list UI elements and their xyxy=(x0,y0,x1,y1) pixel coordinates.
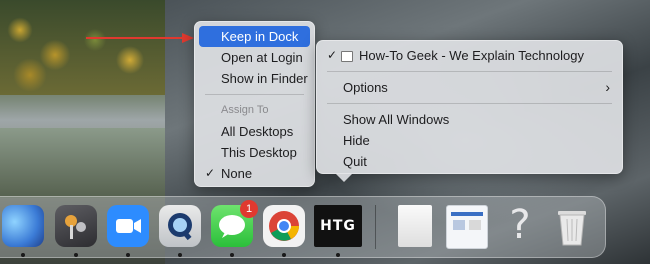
running-indicator xyxy=(178,253,182,257)
wallpaper-water xyxy=(0,128,165,198)
running-indicator xyxy=(21,253,25,257)
chrome-app-icon[interactable] xyxy=(263,205,305,247)
menu-item-quit[interactable]: Quit xyxy=(321,151,618,172)
menu-header-assign-to: Assign To xyxy=(221,104,269,116)
quicktime-app-icon[interactable] xyxy=(159,205,201,247)
window-icon xyxy=(341,51,353,62)
menu-separator xyxy=(327,71,612,72)
menu-item-show-in-finder[interactable]: Show in Finder xyxy=(199,68,310,89)
menu-item-options[interactable]: Options › xyxy=(321,77,618,98)
dock-app-context-menu: Keep in Dock Open at Login Show in Finde… xyxy=(194,21,315,187)
menu-item-window-label: How-To Geek - We Explain Technology xyxy=(359,48,584,63)
menu-item-none-label: None xyxy=(221,166,253,181)
keychain-app-icon[interactable] xyxy=(55,205,97,247)
dock-divider xyxy=(375,205,376,249)
dock-window-menu: ✓ How-To Geek - We Explain Technology Op… xyxy=(316,40,623,174)
menu-item-hide[interactable]: Hide xyxy=(321,130,618,151)
menu-item-options-label: Options xyxy=(343,80,388,95)
menu-item-keep-in-dock[interactable]: Keep in Dock xyxy=(199,26,310,47)
notification-badge: 1 xyxy=(240,200,258,218)
menu-item-all-desktops[interactable]: All Desktops xyxy=(199,121,310,142)
menu-item-show-all-windows[interactable]: Show All Windows xyxy=(321,109,618,130)
running-indicator xyxy=(230,253,234,257)
menu-item-open-at-login[interactable]: Open at Login xyxy=(199,47,310,68)
trash-icon[interactable] xyxy=(553,205,591,247)
running-indicator xyxy=(282,253,286,257)
menu-item-none[interactable]: ✓ None xyxy=(199,163,310,184)
htg-app-label: HTG xyxy=(320,218,356,234)
annotation-arrow xyxy=(86,33,194,43)
chevron-right-icon: › xyxy=(605,79,610,95)
tweaks-app-icon[interactable] xyxy=(2,205,44,247)
document-icon[interactable] xyxy=(398,205,432,247)
zoom-app-icon[interactable] xyxy=(107,205,149,247)
running-indicator xyxy=(74,253,78,257)
question-mark-icon[interactable]: ? xyxy=(500,203,540,247)
checkmark-icon: ✓ xyxy=(327,48,338,62)
menu-item-this-desktop[interactable]: This Desktop xyxy=(199,142,310,163)
screenshot-icon[interactable] xyxy=(446,205,488,249)
running-indicator xyxy=(336,253,340,257)
running-indicator xyxy=(126,253,130,257)
menu-separator xyxy=(327,103,612,104)
menu-pointer xyxy=(336,174,352,182)
wallpaper-trees xyxy=(0,0,165,95)
menu-item-window[interactable]: ✓ How-To Geek - We Explain Technology xyxy=(321,45,618,66)
menu-separator xyxy=(205,94,304,95)
checkmark-icon: ✓ xyxy=(205,166,216,180)
